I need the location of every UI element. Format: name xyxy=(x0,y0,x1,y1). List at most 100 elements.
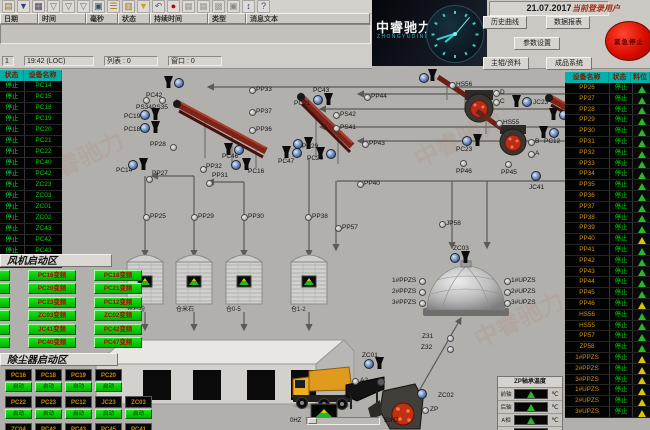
dust-start-button[interactable]: 启动 xyxy=(5,382,32,392)
dust-start-button[interactable]: 启动 xyxy=(65,382,92,392)
device-row[interactable]: PP39停止 xyxy=(565,223,650,234)
device-row[interactable]: PP41停止 xyxy=(565,245,650,256)
dust-start-button[interactable]: 启动 xyxy=(35,382,62,392)
device-row[interactable]: PP37停止 xyxy=(565,202,650,213)
device-row[interactable]: 停止PC40 xyxy=(0,158,62,169)
silos[interactable] xyxy=(127,255,327,304)
slider-thumb[interactable] xyxy=(308,418,317,424)
device-row[interactable]: PP43停止 xyxy=(565,267,650,278)
device-row[interactable]: 停止ZC43 xyxy=(0,224,62,235)
dust-start-button[interactable]: 启动 xyxy=(95,409,122,419)
vfd-start-button[interactable]: PC18变频 xyxy=(94,270,142,281)
device-row[interactable]: PP35停止 xyxy=(565,180,650,191)
vfd-start-button[interactable]: ZC23变频 xyxy=(0,310,10,321)
device-row[interactable]: PP45停止 xyxy=(565,288,650,299)
device-row[interactable]: 停止ZC01 xyxy=(0,202,62,213)
device-row[interactable]: HS55停止 xyxy=(565,321,650,332)
vfd-start-button[interactable]: PC22变频 xyxy=(0,297,10,308)
vfd-start-button[interactable]: PC12变频 xyxy=(94,297,142,308)
device-row[interactable]: PP46停止 xyxy=(565,299,650,310)
device-row[interactable]: PP30停止 xyxy=(565,126,650,137)
dust-start-button[interactable]: 启动 xyxy=(5,409,32,419)
device-row[interactable]: PP42停止 xyxy=(565,256,650,267)
level-icon xyxy=(638,215,646,222)
device-row[interactable]: PP29停止 xyxy=(565,115,650,126)
vfd-start-button[interactable]: PC19变频 xyxy=(0,283,10,294)
vfd-start-button[interactable]: JC41变频 xyxy=(28,324,76,335)
device-row[interactable]: PP26停止 xyxy=(565,83,650,94)
device-row[interactable]: 1#UPZS停止 xyxy=(565,385,650,396)
vfd-start-button[interactable]: PC16变频 xyxy=(28,270,76,281)
device-row[interactable]: PP38停止 xyxy=(565,213,650,224)
vfd-start-button[interactable]: PC47变频 xyxy=(94,337,142,348)
crusher-feed-2[interactable] xyxy=(477,111,526,155)
device-row[interactable]: 停止PC42 xyxy=(0,235,62,246)
dust-start-button[interactable]: 启动 xyxy=(35,409,62,419)
device-row[interactable]: PP44停止 xyxy=(565,277,650,288)
device-status: 停止 xyxy=(610,202,633,212)
device-row[interactable]: HS56停止 xyxy=(565,310,650,321)
device-row[interactable]: 停止PC19 xyxy=(0,114,62,125)
device-row[interactable]: 2#UPZS停止 xyxy=(565,396,650,407)
vfd-start-button[interactable]: PC42变频 xyxy=(94,324,142,335)
device-name: PP37 xyxy=(565,202,610,212)
level-icon xyxy=(638,86,646,93)
dust-start-button[interactable]: 启动 xyxy=(125,409,152,419)
device-name: PP45 xyxy=(565,288,610,298)
device-name: 1#UPZS xyxy=(565,385,610,395)
device-name: PC40 xyxy=(25,158,62,168)
dust-device-plate: PC16 xyxy=(5,369,32,381)
device-row[interactable]: PP31停止 xyxy=(565,137,650,148)
device-row[interactable]: 3#PPZS停止 xyxy=(565,375,650,386)
device-row[interactable]: 停止PC42 xyxy=(0,169,62,180)
dust-start-button[interactable]: 启动 xyxy=(65,409,92,419)
vfd-start-button[interactable]: ZC02变频 xyxy=(94,310,142,321)
device-row[interactable]: 停止PC22 xyxy=(0,147,62,158)
device-row[interactable]: 停止PC20 xyxy=(0,125,62,136)
dust-start-button[interactable]: 启动 xyxy=(95,382,122,392)
device-name: PC21 xyxy=(25,136,62,146)
vfd-start-button[interactable]: ZC03变频 xyxy=(28,310,76,321)
device-row[interactable]: PP40停止 xyxy=(565,234,650,245)
device-row[interactable]: 停止PC18 xyxy=(0,103,62,114)
device-name: 3#PPZS xyxy=(565,375,610,385)
level-cell xyxy=(633,385,650,395)
device-row[interactable]: 1#PPZS停止 xyxy=(565,353,650,364)
device-row[interactable]: 3#UPZS停止 xyxy=(565,407,650,418)
dust-device-plate: PC42 xyxy=(35,423,62,430)
device-row[interactable]: 停止ZC03 xyxy=(0,191,62,202)
device-row[interactable]: 停止PC15 xyxy=(0,92,62,103)
device-row[interactable]: 停止PC21 xyxy=(0,136,62,147)
device-name: PP28 xyxy=(565,105,610,115)
device-row[interactable]: 停止PC14 xyxy=(0,81,62,92)
conveyor-1[interactable] xyxy=(173,100,266,168)
level-icon xyxy=(527,391,535,398)
vfd-start-button[interactable]: PC40变频 xyxy=(28,337,76,348)
device-row[interactable]: PP33停止 xyxy=(565,159,650,170)
device-row[interactable]: PP32停止 xyxy=(565,148,650,159)
device-row[interactable]: 2#PPZS停止 xyxy=(565,364,650,375)
vfd-start-button[interactable]: PC43变频 xyxy=(0,337,10,348)
device-row[interactable]: 停止ZC23 xyxy=(0,180,62,191)
device-status: 停止 xyxy=(0,169,25,179)
device-status: 停止 xyxy=(610,353,633,363)
vfd-start-button[interactable]: ZC01变频 xyxy=(0,324,10,335)
scada-screen: 中睿驰力 中睿驰力 中睿驰力 PC42PS34PS35PC19PC18PP28P… xyxy=(0,0,650,430)
device-row[interactable]: PP28停止 xyxy=(565,105,650,116)
device-row[interactable]: ZP58停止 xyxy=(565,342,650,353)
device-row[interactable]: PP57停止 xyxy=(565,331,650,342)
column-header: 设备名称 xyxy=(24,70,62,81)
device-name: PP34 xyxy=(565,169,610,179)
device-row[interactable]: 停止ZC02 xyxy=(0,213,62,224)
vfd-start-button[interactable]: PC21变频 xyxy=(94,283,142,294)
dome-storage[interactable] xyxy=(423,261,509,316)
device-row[interactable]: PP34停止 xyxy=(565,169,650,180)
frequency-slider[interactable] xyxy=(306,417,380,425)
conveyor-2[interactable] xyxy=(297,93,352,164)
vfd-start-button[interactable]: PC20变频 xyxy=(28,283,76,294)
vfd-start-button[interactable]: PC23变频 xyxy=(28,297,76,308)
device-status: 停止 xyxy=(610,213,633,223)
device-row[interactable]: PP36停止 xyxy=(565,191,650,202)
device-row[interactable]: PP27停止 xyxy=(565,94,650,105)
vfd-start-button[interactable]: PC14变频 xyxy=(0,270,10,281)
